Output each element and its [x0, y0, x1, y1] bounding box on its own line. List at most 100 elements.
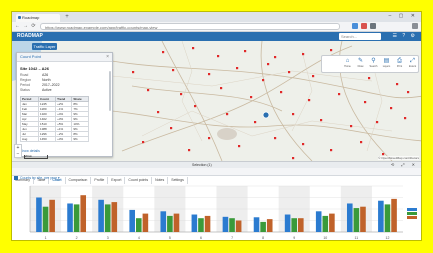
bar[interactable] — [67, 203, 73, 232]
count-point[interactable] — [364, 101, 367, 104]
count-point[interactable] — [338, 93, 341, 96]
count-point[interactable] — [320, 119, 323, 122]
draw-tool-button[interactable]: ✎ Draw — [355, 57, 366, 71]
menu-icon[interactable] — [412, 23, 418, 29]
count-point[interactable] — [157, 111, 160, 114]
map-view[interactable]: Traffic Layer ⌂ Home ✎ Draw ⚲ Search ▤ L… — [12, 41, 421, 161]
bar[interactable] — [253, 217, 260, 232]
count-point[interactable] — [142, 141, 145, 144]
bar[interactable] — [73, 204, 80, 232]
back-icon[interactable]: ← — [14, 23, 21, 30]
table-row[interactable]: Aug 1450 +3% 9% — [19, 136, 89, 142]
count-point[interactable] — [368, 77, 371, 80]
bar[interactable] — [80, 195, 87, 232]
count-point[interactable] — [292, 113, 295, 116]
bar[interactable] — [360, 206, 366, 232]
count-point[interactable] — [274, 137, 277, 140]
bar[interactable] — [229, 218, 235, 232]
bar[interactable] — [49, 199, 55, 232]
bar[interactable] — [260, 221, 266, 232]
bar[interactable] — [129, 209, 135, 232]
bar[interactable] — [298, 218, 304, 232]
count-point[interactable] — [390, 107, 393, 110]
bar[interactable] — [266, 219, 273, 232]
count-point[interactable] — [236, 67, 239, 70]
forward-icon[interactable]: → — [22, 23, 29, 30]
extension-icon[interactable] — [370, 23, 376, 29]
close-icon[interactable]: × — [106, 54, 109, 60]
count-point[interactable] — [376, 121, 379, 124]
count-point[interactable] — [267, 63, 270, 66]
print-tool-button[interactable]: ⎙ Print — [394, 57, 405, 71]
count-point[interactable] — [226, 113, 229, 116]
app-search-input[interactable]: Search... — [339, 33, 381, 40]
bar[interactable] — [291, 218, 298, 232]
new-tab-button[interactable]: + — [63, 14, 71, 21]
count-point[interactable] — [312, 75, 315, 78]
count-point[interactable] — [244, 50, 247, 53]
bar[interactable] — [104, 204, 111, 232]
bar[interactable] — [378, 200, 384, 232]
url-field[interactable]: https://www.roadmap-example.com/app/traf… — [40, 23, 340, 30]
bar[interactable] — [198, 218, 204, 232]
count-point[interactable] — [407, 91, 410, 94]
count-point[interactable] — [188, 149, 191, 152]
count-point[interactable] — [217, 55, 220, 58]
count-point[interactable] — [254, 121, 257, 124]
selected-point-marker[interactable] — [262, 111, 270, 119]
browser-tab[interactable]: Roadmap — [16, 14, 60, 22]
bar[interactable] — [204, 215, 211, 232]
bar[interactable] — [191, 214, 198, 232]
bar[interactable] — [329, 213, 335, 232]
count-point[interactable] — [350, 125, 353, 128]
count-point[interactable] — [170, 127, 173, 130]
map-attribution[interactable]: © OpenStreetMap contributors — [378, 156, 419, 160]
bar[interactable] — [135, 218, 142, 232]
extent-tool-button[interactable]: ⤢ Extent — [407, 57, 418, 71]
layer-toggle-button[interactable]: Traffic Layer — [32, 43, 57, 50]
count-point[interactable] — [194, 105, 197, 108]
count-point[interactable] — [208, 73, 211, 76]
count-point[interactable] — [302, 53, 305, 56]
panel-scrollbar[interactable] — [109, 71, 111, 111]
count-point[interactable] — [238, 145, 241, 148]
details-link[interactable]: Show details — [20, 149, 40, 153]
bar[interactable] — [42, 206, 49, 232]
bar[interactable] — [315, 211, 322, 232]
count-point[interactable] — [180, 93, 183, 96]
bar[interactable] — [384, 204, 391, 232]
count-point[interactable] — [208, 137, 211, 140]
extension-icon[interactable] — [361, 23, 367, 29]
header-icons[interactable]: ☰ ? ⚙ — [392, 33, 417, 40]
bar[interactable] — [222, 216, 229, 232]
count-point[interactable] — [382, 153, 385, 156]
bar[interactable] — [160, 211, 167, 232]
zoom-out-button[interactable]: − — [15, 151, 21, 157]
bar[interactable] — [346, 203, 353, 232]
window-controls[interactable]: – ▢ ✕ — [389, 13, 418, 19]
bar[interactable] — [235, 220, 242, 233]
count-point[interactable] — [280, 91, 283, 94]
bar[interactable] — [353, 208, 360, 232]
count-point[interactable] — [147, 89, 150, 92]
count-point[interactable] — [292, 157, 295, 160]
bar[interactable] — [98, 199, 104, 232]
home-tool-button[interactable]: ⌂ Home — [342, 57, 353, 71]
count-point[interactable] — [330, 149, 333, 152]
bar[interactable] — [322, 215, 329, 232]
bar[interactable] — [167, 215, 173, 232]
chart-selector[interactable]: Counts by site, per year ▾ — [14, 176, 60, 181]
bar[interactable] — [391, 198, 397, 232]
count-point[interactable] — [262, 79, 265, 82]
bar[interactable] — [173, 213, 180, 232]
bar[interactable] — [111, 202, 118, 232]
search-tool-button[interactable]: ⚲ Search — [368, 57, 379, 71]
layers-tool-button[interactable]: ▤ Layers — [381, 57, 392, 71]
count-point[interactable] — [132, 71, 135, 74]
count-point[interactable] — [360, 141, 363, 144]
count-point[interactable] — [162, 51, 165, 54]
count-point[interactable] — [274, 56, 277, 59]
count-point[interactable] — [172, 69, 175, 72]
bar[interactable] — [36, 197, 42, 233]
bar[interactable] — [142, 213, 149, 232]
